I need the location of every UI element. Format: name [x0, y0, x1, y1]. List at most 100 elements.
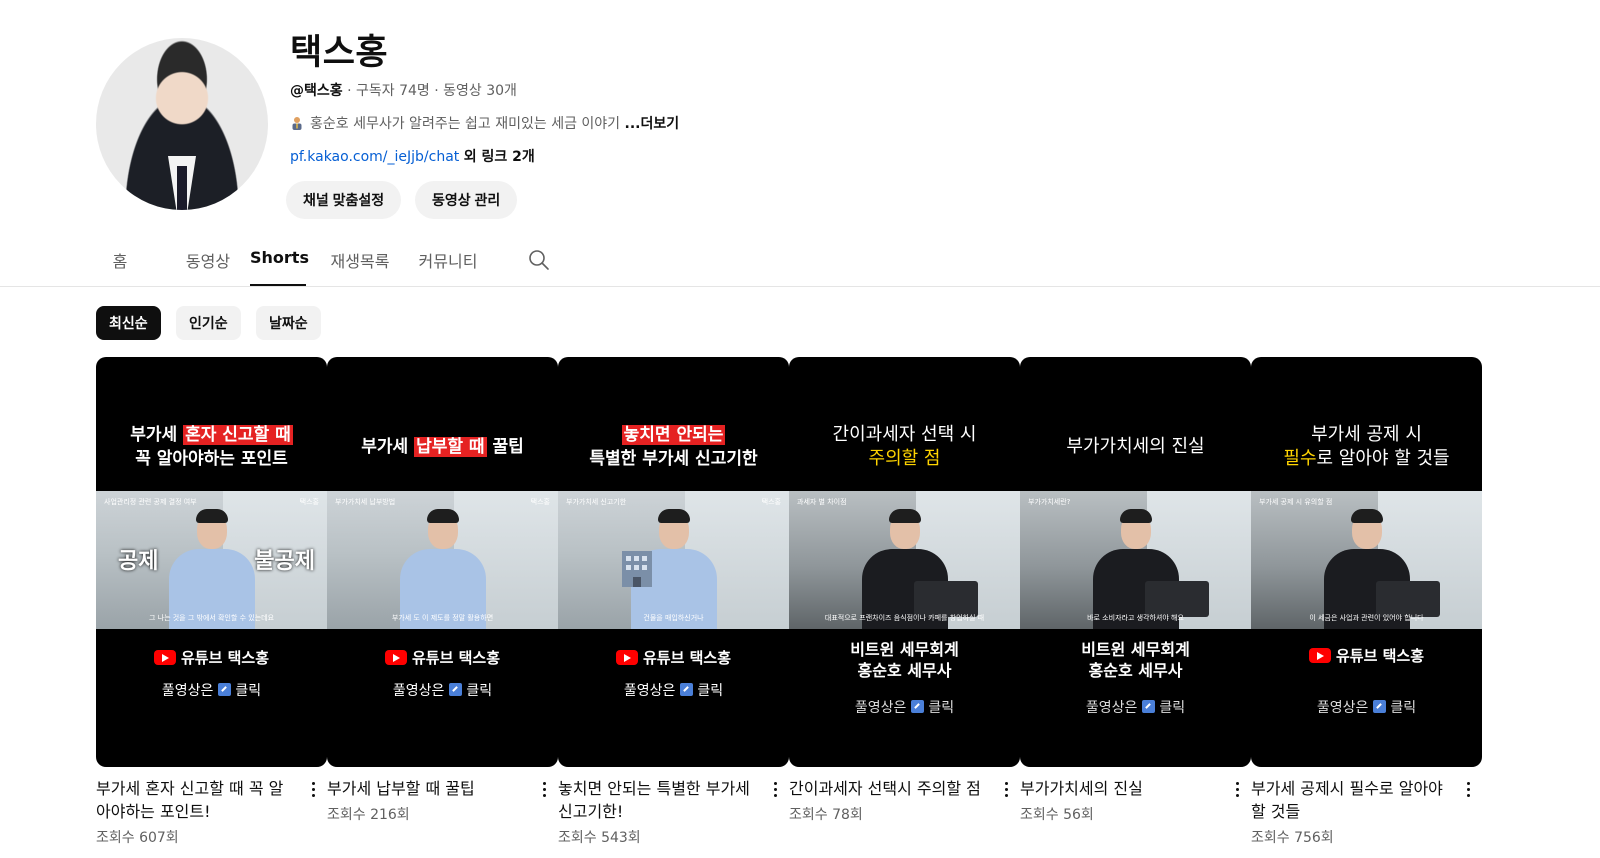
channel-links: pf.kakao.com/_ieJjb/chat 외 링크 2개 [290, 146, 535, 166]
short-thumbnail[interactable]: 놓치면 안되는 특별한 부가세 신고기한 부가가치세 신고기한 택스홍 건물을 … [558, 357, 789, 767]
thumb-text: 특별한 부가세 신고기한 [589, 449, 758, 469]
businessperson-icon [292, 117, 302, 130]
more-actions-icon[interactable] [305, 777, 321, 801]
prompt-text: 클릭 [1159, 700, 1186, 716]
prompt-text: 풀영상은 [1085, 700, 1138, 716]
frame-brand: 택스홍 [530, 498, 550, 506]
short-title[interactable]: 부가세 혼자 신고할 때 꼭 알아야하는 포인트! [96, 777, 294, 823]
prompt-text: 클릭 [235, 683, 262, 699]
thumb-highlight: 놓치면 안되는 [621, 425, 726, 445]
manage-videos-button[interactable]: 동영상 관리 [415, 181, 518, 219]
kakao-link[interactable]: pf.kakao.com/_ieJjb/chat [290, 149, 459, 165]
tab-playlists[interactable]: 재생목록 [326, 242, 394, 286]
frame-tag: 부가가치세 신고기한 [566, 498, 627, 506]
prompt-text: 풀영상은 [1316, 700, 1369, 716]
laptop-figure [1375, 581, 1440, 617]
thumb-video-frame: 부가가치세란? 바로 소비자라고 생각하셔야 해요 [1020, 491, 1251, 629]
short-thumbnail[interactable]: 부가세 납부할 때 꿀팁 부가가치세 납부방법 택스홍 부가세 도 이 제도를 … [327, 357, 558, 767]
more-actions-icon[interactable] [1229, 777, 1245, 801]
channel-description[interactable]: 홍순호 세무사가 알려주는 쉽고 재미있는 세금 이야기 ...더보기 [290, 113, 679, 133]
presenter-hair [195, 509, 228, 523]
short-views: 조회수 78회 [789, 807, 863, 823]
meta-separator: · [434, 83, 439, 99]
short-title[interactable]: 부가세 공제시 필수로 알아야할 것들 [1251, 777, 1449, 823]
short-card[interactable]: 부가세 혼자 신고할 때 꼭 알아야하는 포인트 사업관리정 관련 공제 결정 … [96, 357, 327, 847]
more-actions-icon[interactable] [767, 777, 783, 801]
frame-tag: 과세자 별 차이점 [797, 498, 847, 506]
check-icon [448, 683, 462, 696]
short-title[interactable]: 부가가치세의 진실 [1020, 777, 1218, 800]
firm-text: 홍순호 세무사 [1088, 661, 1183, 680]
meta-separator: · [347, 83, 352, 99]
more-actions-icon[interactable] [1460, 777, 1476, 801]
full-video-prompt: 풀영상은 클릭 [558, 680, 789, 700]
check-icon [217, 683, 231, 696]
short-card[interactable]: 부가가치세의 진실 부가가치세란? 바로 소비자라고 생각하셔야 해요 비트윈 … [1020, 357, 1251, 824]
short-card[interactable]: 부가세 납부할 때 꿀팁 부가가치세 납부방법 택스홍 부가세 도 이 제도를 … [327, 357, 558, 824]
tab-shorts[interactable]: Shorts [250, 242, 309, 286]
short-card[interactable]: 부가세 공제 시 필수로 알아야 할 것들 부가세 공제 시 유의할 점 이 세… [1251, 357, 1482, 847]
thumb-highlight: 필수 [1283, 448, 1317, 469]
youtube-promo: 유튜브 택스홍 [327, 647, 558, 668]
channel-meta: @택스홍 · 구독자 74명 · 동영상 30개 [290, 80, 517, 100]
youtube-promo: 유튜브 택스홍 [1251, 645, 1482, 666]
search-icon[interactable] [527, 248, 551, 272]
thumb-video-frame: 부가세 공제 시 유의할 점 이 세금은 사업과 관련이 있어야 합니다 [1251, 491, 1482, 629]
more-actions-icon[interactable] [998, 777, 1014, 801]
customize-channel-button[interactable]: 채널 맞춤설정 [286, 181, 402, 219]
frame-caption: 부가세 도 이 제도를 정말 활용하면 [391, 614, 494, 622]
short-views: 조회수 543회 [558, 830, 641, 846]
video-count: 동영상 30개 [443, 83, 517, 99]
presenter-hair [888, 509, 921, 523]
prompt-text: 풀영상은 [623, 683, 676, 699]
short-title[interactable]: 부가세 납부할 때 꿀팁 [327, 777, 525, 800]
filter-oldest[interactable]: 날짜순 [256, 306, 321, 340]
short-thumbnail[interactable]: 부가세 혼자 신고할 때 꼭 알아야하는 포인트 사업관리정 관련 공제 결정 … [96, 357, 327, 767]
thumb-video-frame: 사업관리정 관련 공제 결정 여부 택스홍 공제 불공제 그 나는 것을 그 밖… [96, 491, 327, 629]
tab-community[interactable]: 커뮤니티 [414, 242, 482, 286]
frame-brand: 택스홍 [761, 498, 781, 506]
channel-handle: @택스홍 [290, 83, 343, 99]
short-title[interactable]: 놓치면 안되는 특별한 부가세 신고기한! [558, 777, 756, 823]
channel-tabs: 홈 동영상 Shorts 재생목록 커뮤니티 [96, 242, 482, 286]
thumb-text: 부가세 공제 시 [1311, 424, 1422, 445]
youtube-icon [615, 650, 638, 665]
presenter-hair [426, 509, 459, 523]
youtube-icon [384, 650, 407, 665]
prompt-text: 클릭 [928, 700, 955, 716]
short-card[interactable]: 간이과세자 선택 시 주의할 점 과세자 별 차이점 대표적으로 프랜차이즈 음… [789, 357, 1020, 824]
thumb-headline: 놓치면 안되는 특별한 부가세 신고기한 [566, 423, 781, 471]
filter-latest[interactable]: 최신순 [96, 306, 161, 340]
prompt-text: 풀영상은 [392, 683, 445, 699]
prompt-text: 풀영상은 [854, 700, 907, 716]
presenter-hair [1350, 509, 1383, 523]
tab-home[interactable]: 홈 [96, 242, 144, 286]
thumb-headline: 부가세 공제 시 필수로 알아야 할 것들 [1259, 423, 1474, 471]
tab-videos[interactable]: 동영상 [174, 242, 242, 286]
check-icon [910, 700, 924, 713]
short-thumbnail[interactable]: 부가세 공제 시 필수로 알아야 할 것들 부가세 공제 시 유의할 점 이 세… [1251, 357, 1482, 767]
youtube-icon [153, 650, 176, 665]
short-views: 조회수 607회 [96, 830, 179, 846]
short-title[interactable]: 간이과세자 선택시 주의할 점 [789, 777, 987, 800]
frame-brand: 택스홍 [299, 498, 319, 506]
promo-text: 유튜브 택스홍 [180, 649, 270, 667]
more-link[interactable]: ...더보기 [625, 116, 680, 132]
firm-text: 비트윈 세무회계 [850, 640, 959, 659]
short-views: 조회수 216회 [327, 807, 410, 823]
channel-avatar[interactable] [96, 38, 268, 210]
short-thumbnail[interactable]: 부가가치세의 진실 부가가치세란? 바로 소비자라고 생각하셔야 해요 비트윈 … [1020, 357, 1251, 767]
thumb-video-frame: 부가가치세 납부방법 택스홍 부가세 도 이 제도를 정말 활용하면 [327, 491, 558, 629]
firm-name: 비트윈 세무회계 홍순호 세무사 [1020, 639, 1251, 681]
frame-tag: 부가가치세 납부방법 [335, 498, 396, 506]
building-icon [622, 551, 652, 587]
youtube-promo: 유튜브 택스홍 [558, 647, 789, 668]
more-links-button[interactable]: 외 링크 2개 [464, 149, 535, 165]
short-thumbnail[interactable]: 간이과세자 선택 시 주의할 점 과세자 별 차이점 대표적으로 프랜차이즈 음… [789, 357, 1020, 767]
thumb-headline: 부가세 혼자 신고할 때 꼭 알아야하는 포인트 [104, 423, 319, 471]
prompt-text: 클릭 [1390, 700, 1417, 716]
short-card[interactable]: 놓치면 안되는 특별한 부가세 신고기한 부가가치세 신고기한 택스홍 건물을 … [558, 357, 789, 847]
firm-text: 홍순호 세무사 [857, 661, 952, 680]
filter-popular[interactable]: 인기순 [176, 306, 241, 340]
more-actions-icon[interactable] [536, 777, 552, 801]
